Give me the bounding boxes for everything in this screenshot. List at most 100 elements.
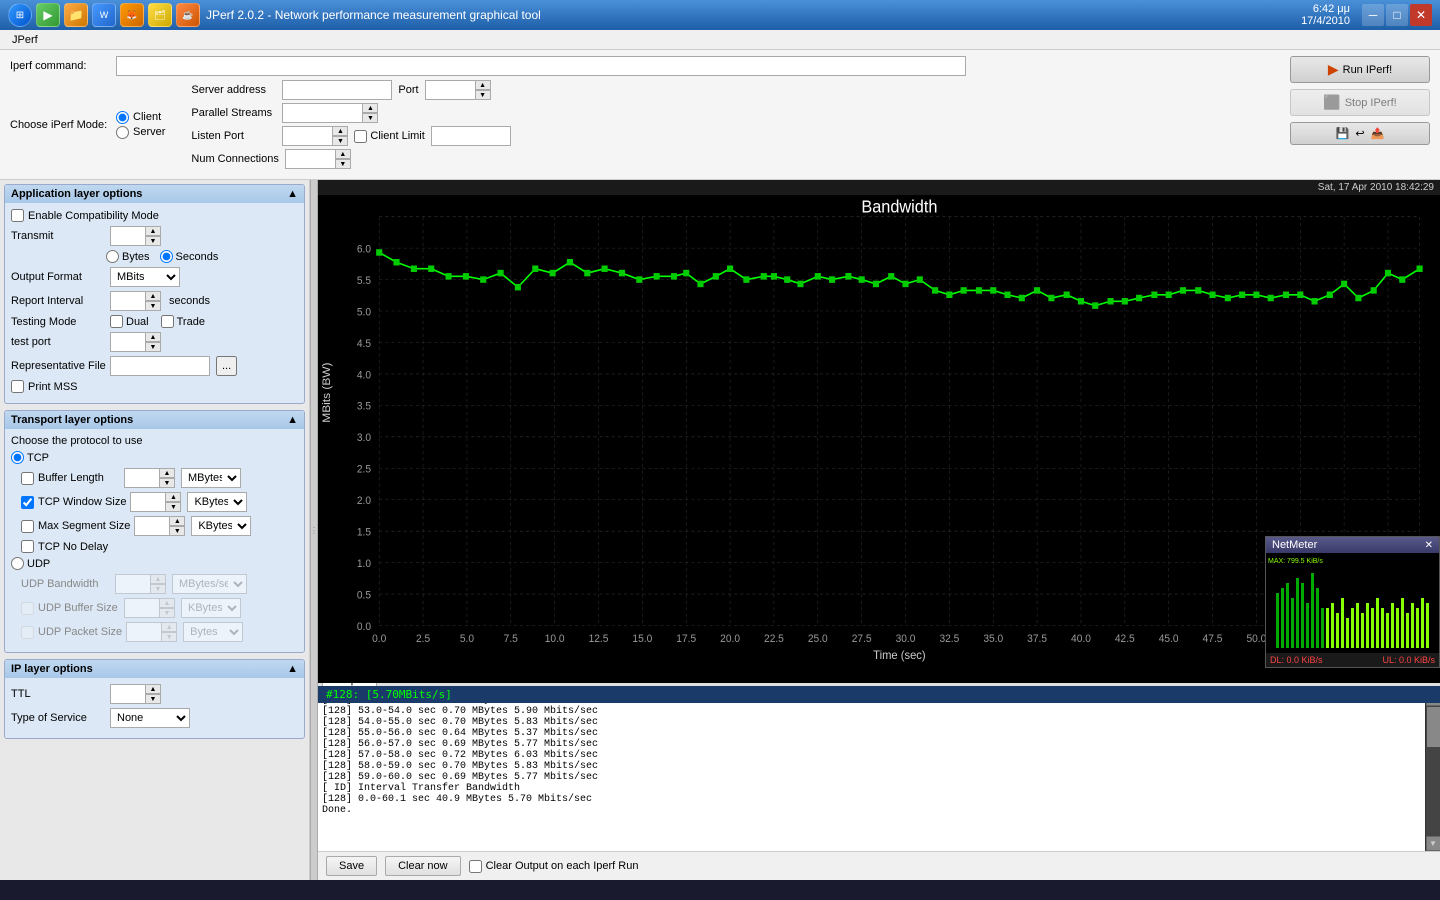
buffer-length-check[interactable] <box>21 472 34 485</box>
files-icon[interactable]: 🗂 <box>148 3 172 27</box>
server-address-input[interactable]: 192.168.1.4 <box>282 80 392 100</box>
tcp-window-unit[interactable]: KBytes MBytes <box>187 492 247 512</box>
num-connections-spinner[interactable]: 0 ▲ ▼ <box>285 149 351 169</box>
seg-up[interactable]: ▲ <box>169 516 185 526</box>
parallel-down[interactable]: ▼ <box>362 113 378 123</box>
buffer-length-unit[interactable]: MBytes KBytes <box>181 468 241 488</box>
client-radio[interactable] <box>116 111 129 124</box>
scroll-thumb[interactable] <box>1427 707 1440 747</box>
test-port-down[interactable]: ▼ <box>145 342 161 352</box>
output-format-select[interactable]: MBits KBits Bits <box>110 267 180 287</box>
transmit-down[interactable]: ▼ <box>145 236 161 246</box>
compat-checkbox[interactable] <box>11 209 24 222</box>
port-down[interactable]: ▼ <box>475 90 491 100</box>
folder-icon[interactable]: 📁 <box>64 3 88 27</box>
report-down[interactable]: ▼ <box>145 301 161 311</box>
buf-down[interactable]: ▼ <box>159 478 175 488</box>
bytes-radio[interactable] <box>106 250 119 263</box>
udp-radio[interactable] <box>11 557 24 570</box>
seg-down[interactable]: ▼ <box>169 526 185 536</box>
save-button[interactable]: Save <box>326 856 377 876</box>
rep-file-input[interactable] <box>110 356 210 376</box>
win-up[interactable]: ▲ <box>165 492 181 502</box>
ttl-input[interactable]: 1 <box>110 684 145 704</box>
scroll-down-btn[interactable]: ▼ <box>1426 836 1440 851</box>
server-radio[interactable] <box>116 126 129 139</box>
listen-port-up[interactable]: ▲ <box>332 126 348 136</box>
max-segment-spinner[interactable]: 1 ▲ ▼ <box>134 516 185 536</box>
minimize-button[interactable]: ─ <box>1362 4 1384 26</box>
max-segment-unit[interactable]: KBytes MBytes <box>191 516 251 536</box>
listen-port-down[interactable]: ▼ <box>332 136 348 146</box>
rep-file-browse[interactable]: ... <box>216 356 237 376</box>
firefox-icon[interactable]: 🦊 <box>120 3 144 27</box>
port-input[interactable]: 5,001 <box>425 80 475 100</box>
server-radio-label[interactable]: Server <box>116 126 165 139</box>
num-conn-up[interactable]: ▲ <box>335 149 351 159</box>
dual-label[interactable]: Dual <box>110 315 149 328</box>
port-spinner[interactable]: 5,001 ▲ ▼ <box>425 80 491 100</box>
buf-up[interactable]: ▲ <box>159 468 175 478</box>
ip-layer-collapse[interactable]: ▲ <box>287 663 298 675</box>
run-iperf-button[interactable]: ▶ Run IPerf! <box>1290 56 1430 83</box>
bytes-label[interactable]: Bytes <box>106 250 150 263</box>
close-button[interactable]: ✕ <box>1410 4 1432 26</box>
test-port-spinner[interactable]: 5,001 ▲ ▼ <box>110 332 161 352</box>
client-limit-input[interactable] <box>431 126 511 146</box>
parallel-streams-spinner[interactable]: 1 ▲ ▼ <box>282 103 378 123</box>
listen-port-input[interactable]: 5,001 <box>282 126 332 146</box>
media-icon[interactable]: ▶ <box>36 3 60 27</box>
parallel-up[interactable]: ▲ <box>362 103 378 113</box>
trade-check[interactable] <box>161 315 174 328</box>
num-connections-input[interactable]: 0 <box>285 149 335 169</box>
win-down[interactable]: ▼ <box>165 502 181 512</box>
tcp-window-spinner[interactable]: 64 ▲ ▼ <box>130 492 181 512</box>
trade-label[interactable]: Trade <box>161 315 205 328</box>
tcp-window-check[interactable] <box>21 496 34 509</box>
app-layer-collapse[interactable]: ▲ <box>287 188 298 200</box>
clear-now-button[interactable]: Clear now <box>385 856 461 876</box>
tos-select[interactable]: None <box>110 708 190 728</box>
clear-on-run-label[interactable]: Clear Output on each Iperf Run <box>469 860 639 873</box>
divider[interactable]: ⋮ <box>310 180 318 880</box>
transmit-spinner[interactable]: 60 ▲ ▼ <box>110 226 161 246</box>
buffer-length-spinner[interactable]: 2 ▲ ▼ <box>124 468 175 488</box>
parallel-streams-input[interactable]: 1 <box>282 103 362 123</box>
num-conn-down[interactable]: ▼ <box>335 159 351 169</box>
report-interval-spinner[interactable]: 1 ▲ ▼ <box>110 291 161 311</box>
seconds-radio[interactable] <box>160 250 173 263</box>
udp-radio-label[interactable]: UDP <box>11 557 50 570</box>
word-icon[interactable]: W <box>92 3 116 27</box>
netmeter-close[interactable]: ✕ <box>1425 540 1433 551</box>
tcp-radio-label[interactable]: TCP <box>11 451 49 464</box>
ttl-up[interactable]: ▲ <box>145 684 161 694</box>
iperf-command-input[interactable]: bin/iperf.exe -c 192.168.1.4 -P 1 -i 1 -… <box>116 56 966 76</box>
max-segment-input[interactable]: 1 <box>134 516 169 536</box>
output-content[interactable]: [128] 52.0-53.0 sec 0.67 MBytes 5.64 Mbi… <box>318 691 1425 851</box>
print-mss-check[interactable] <box>11 380 24 393</box>
ttl-spinner[interactable]: 1 ▲ ▼ <box>110 684 161 704</box>
test-port-input[interactable]: 5,001 <box>110 332 145 352</box>
output-scrollbar[interactable]: ▲ ▼ <box>1425 691 1440 851</box>
maximize-button[interactable]: □ <box>1386 4 1408 26</box>
buffer-length-input[interactable]: 2 <box>124 468 159 488</box>
ttl-down[interactable]: ▼ <box>145 694 161 704</box>
report-interval-input[interactable]: 1 <box>110 291 145 311</box>
menu-jperf[interactable]: JPerf <box>4 32 46 48</box>
transmit-input[interactable]: 60 <box>110 226 145 246</box>
port-up[interactable]: ▲ <box>475 80 491 90</box>
client-radio-label[interactable]: Client <box>116 111 165 124</box>
tcp-radio[interactable] <box>11 451 24 464</box>
max-segment-check[interactable] <box>21 520 34 533</box>
start-icon[interactable]: ⊞ <box>8 3 32 27</box>
clear-on-run-check[interactable] <box>469 860 482 873</box>
transport-layer-collapse[interactable]: ▲ <box>287 414 298 426</box>
dual-check[interactable] <box>110 315 123 328</box>
save-config-button[interactable]: 💾 ↩ 📤 <box>1290 122 1430 145</box>
tcp-window-input[interactable]: 64 <box>130 492 165 512</box>
client-limit-check[interactable] <box>354 130 367 143</box>
transmit-up[interactable]: ▲ <box>145 226 161 236</box>
scroll-track[interactable] <box>1426 706 1440 836</box>
test-port-up[interactable]: ▲ <box>145 332 161 342</box>
report-up[interactable]: ▲ <box>145 291 161 301</box>
